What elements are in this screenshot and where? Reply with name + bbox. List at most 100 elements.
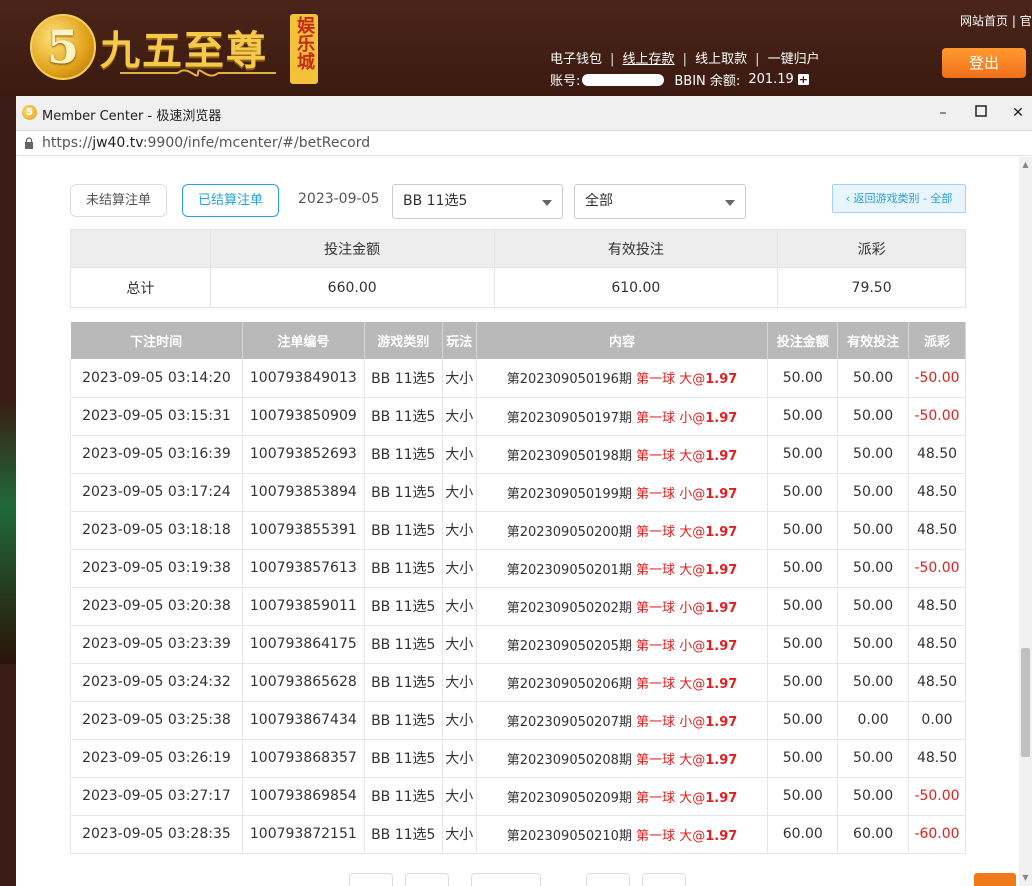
deposit-link[interactable]: 线上存款 <box>623 52 675 67</box>
column-header: 内容 <box>476 322 769 359</box>
bet-id: 100793865628 <box>242 663 365 702</box>
table-row: 2023-09-05 03:20:38 100793859011 BB 11选5 大小… <box>70 587 966 626</box>
plus-icon[interactable]: + <box>797 74 809 85</box>
scroll-up-icon[interactable]: ▲ <box>1021 160 1030 169</box>
play-type: 大小 <box>442 701 477 740</box>
lock-icon <box>25 137 33 149</box>
play-type: 大小 <box>442 397 477 436</box>
play-type: 大小 <box>442 777 477 816</box>
close-icon[interactable]: ✕ <box>1008 103 1028 123</box>
scroll-down-icon[interactable]: ▼ <box>1021 873 1030 882</box>
table-row: 2023-09-05 03:16:39 100793852693 BB 11选5 大小… <box>70 435 966 474</box>
address-bar[interactable]: https://jw40.tv:9900/infe/mcenter/#/betR… <box>16 131 1032 156</box>
payout: -50.00 <box>908 777 966 816</box>
account-label: 账号: <box>550 74 581 89</box>
back-to-category-button[interactable]: ‹ 返回游戏类别 - 全部 <box>832 184 966 213</box>
table-row: 2023-09-05 03:23:39 100793864175 BB 11选5 大小… <box>70 625 966 664</box>
game-type: BB 11选5 <box>364 359 443 398</box>
play-type: 大小 <box>442 359 477 398</box>
game-type: BB 11选5 <box>364 549 443 588</box>
game-select[interactable]: BB 11选5 <box>392 184 563 219</box>
play-type: 大小 <box>442 435 477 474</box>
valid-bet: 0.00 <box>837 701 910 740</box>
maximize-icon[interactable] <box>971 103 991 123</box>
bet-time: 2023-09-05 03:23:39 <box>70 625 243 664</box>
summary-value: 79.50 <box>777 267 966 308</box>
site-home-link[interactable]: 网站首页 | 官 <box>960 12 1032 29</box>
pager-first-button[interactable] <box>349 873 393 886</box>
column-header: 派彩 <box>908 322 966 359</box>
bet-odds: 1.97 <box>705 828 738 844</box>
scroll-thumb[interactable] <box>1021 648 1030 757</box>
bet-odds: 1.97 <box>705 600 738 616</box>
bet-id: 100793867434 <box>242 701 365 740</box>
url-text[interactable]: https://jw40.tv:9900/infe/mcenter/#/betR… <box>42 135 370 151</box>
url-scheme: https:// <box>42 135 93 151</box>
bet-odds: 1.97 <box>705 752 738 768</box>
logo-tag: 娱乐城 <box>290 14 318 84</box>
play-type: 大小 <box>442 815 477 854</box>
bet-period: 第202309050202期 <box>506 600 632 616</box>
one-click-return-link[interactable]: 一键归户 <box>768 52 820 67</box>
bet-amount: 50.00 <box>767 777 839 816</box>
bet-id: 100793864175 <box>242 625 365 664</box>
bet-id: 100793857613 <box>242 549 365 588</box>
table-row: 2023-09-05 03:14:20 100793849013 BB 11选5 大小… <box>70 359 966 398</box>
payout: 48.50 <box>908 435 966 474</box>
valid-bet: 50.00 <box>837 397 910 436</box>
payout: 48.50 <box>908 625 966 664</box>
table-row: 2023-09-05 03:25:38 100793867434 BB 11选5 大小… <box>70 701 966 740</box>
background-accent <box>0 400 16 664</box>
game-type: BB 11选5 <box>364 435 443 474</box>
payout: -50.00 <box>908 549 966 588</box>
minimize-icon[interactable]: – <box>933 103 953 123</box>
pager-page-input[interactable] <box>471 873 541 886</box>
bet-period: 第202309050207期 <box>506 714 632 730</box>
tab-settled[interactable]: 已结算注单 <box>182 184 279 217</box>
window-title: Member Center - 极速浏览器 <box>42 109 222 124</box>
bet-time: 2023-09-05 03:14:20 <box>70 359 243 398</box>
game-type: BB 11选5 <box>364 777 443 816</box>
game-type: BB 11选5 <box>364 663 443 702</box>
scrollbar[interactable]: ▲ ▼ <box>1019 157 1032 886</box>
bet-content: 第202309050197期 第一球 小@1.97 <box>476 397 769 436</box>
table-row: 2023-09-05 03:28:35 100793872151 BB 11选5 大小… <box>70 815 966 854</box>
date-filter[interactable]: 2023-09-05 <box>298 191 379 207</box>
valid-bet: 50.00 <box>837 359 910 398</box>
bet-selection: 第一球 大@ <box>636 790 706 806</box>
game-type: BB 11选5 <box>364 473 443 512</box>
bet-content: 第202309050202期 第一球 小@1.97 <box>476 587 769 626</box>
table-row: 2023-09-05 03:26:19 100793868357 BB 11选5 大小… <box>70 739 966 778</box>
column-header: 投注金额 <box>767 322 839 359</box>
chevron-down-icon <box>725 200 735 206</box>
pager-next-button[interactable] <box>586 873 630 886</box>
chevron-down-icon <box>542 200 552 206</box>
table-row: 2023-09-05 03:24:32 100793865628 BB 11选5 大小… <box>70 663 966 702</box>
bet-selection: 第一球 大@ <box>636 562 706 578</box>
pager-last-button[interactable] <box>642 873 686 886</box>
bet-id: 100793855391 <box>242 511 365 550</box>
type-select[interactable]: 全部 <box>574 184 746 219</box>
bet-id: 100793849013 <box>242 359 365 398</box>
e-wallet-link[interactable]: 电子钱包 <box>550 52 602 67</box>
browser-logo-icon: 5 <box>22 105 37 120</box>
withdraw-link[interactable]: 线上取款 <box>695 52 747 67</box>
bet-amount: 50.00 <box>767 701 839 740</box>
game-type: BB 11选5 <box>364 701 443 740</box>
logout-button[interactable]: 登出 <box>942 48 1026 78</box>
column-header: 游戏类别 <box>364 322 443 359</box>
bet-id: 100793869854 <box>242 777 365 816</box>
bet-odds: 1.97 <box>705 638 738 654</box>
filter-row: 未结算注单 已结算注单 2023-09-05 BB 11选5 全部 ‹ 返回游戏… <box>70 184 970 219</box>
account-mask <box>582 73 665 86</box>
bet-period: 第202309050206期 <box>506 676 632 692</box>
column-header: 有效投注 <box>837 322 910 359</box>
play-type: 大小 <box>442 473 477 512</box>
valid-bet: 50.00 <box>837 435 910 474</box>
game-type: BB 11选5 <box>364 397 443 436</box>
pager-prev-button[interactable] <box>405 873 449 886</box>
bet-period: 第202309050197期 <box>506 410 632 426</box>
tab-unsettled[interactable]: 未结算注单 <box>70 184 167 217</box>
bet-odds: 1.97 <box>705 790 738 806</box>
floating-tab[interactable] <box>974 873 1016 886</box>
